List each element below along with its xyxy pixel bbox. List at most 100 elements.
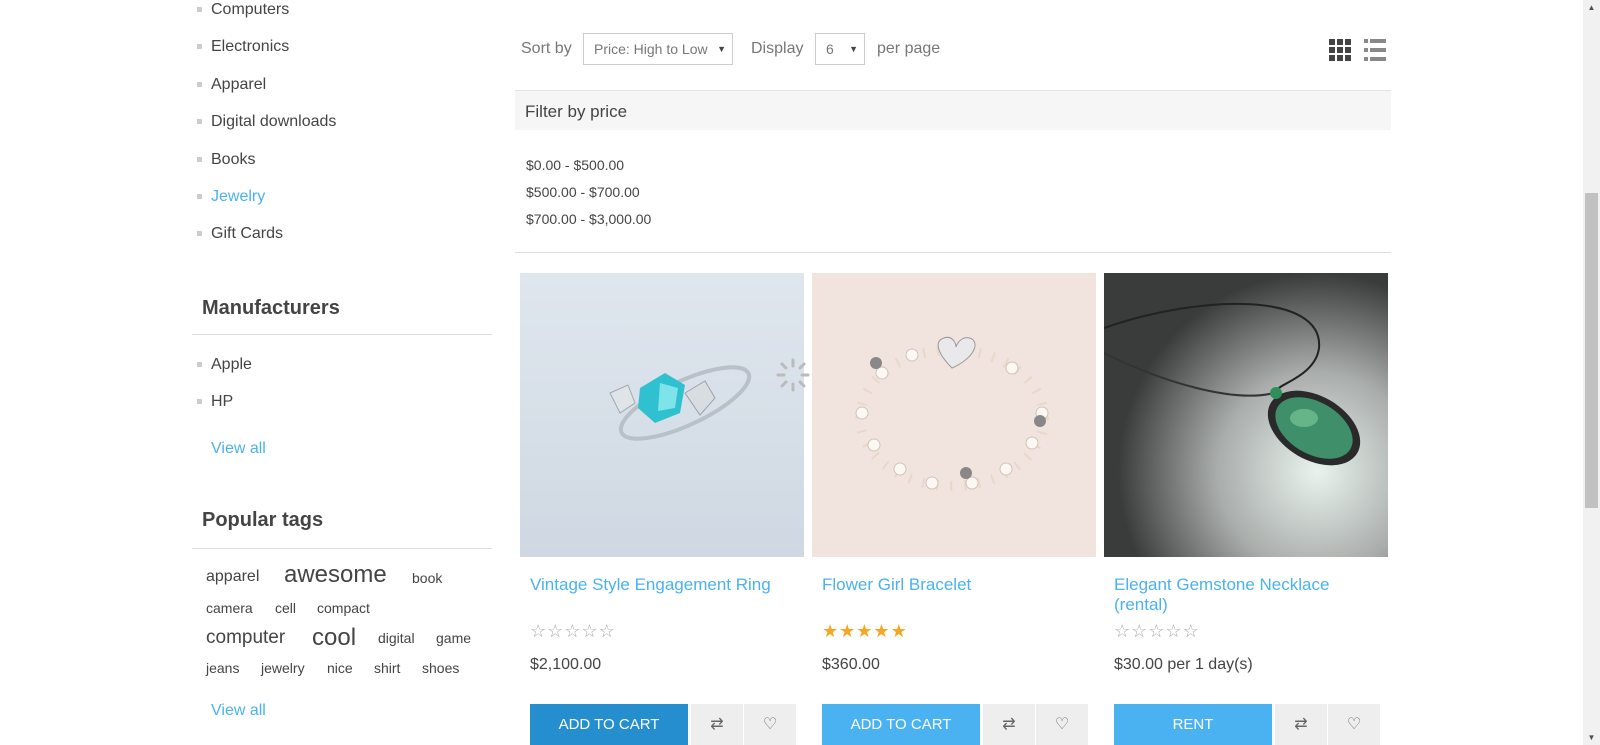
product-title-link[interactable]: Vintage Style Engagement Ring bbox=[530, 575, 790, 595]
product-title-link[interactable]: Flower Girl Bracelet bbox=[822, 575, 1082, 595]
product-price: $2,100.00 bbox=[530, 656, 602, 673]
star-icon: ☆ bbox=[564, 621, 582, 641]
star-icon: ☆ bbox=[547, 621, 565, 641]
tag-link[interactable]: apparel bbox=[206, 568, 259, 586]
bullet-icon bbox=[197, 7, 202, 12]
star-icon: ★ bbox=[839, 621, 857, 641]
add-to-cart-button[interactable]: ADD TO CART bbox=[530, 704, 688, 745]
price-range-link[interactable]: $500.00 - $700.00 bbox=[526, 184, 640, 200]
filter-title: Filter by price bbox=[525, 102, 628, 121]
compare-button[interactable]: ⇄ bbox=[691, 704, 743, 745]
manufacturer-list: Apple HP bbox=[197, 355, 252, 430]
manufacturer-item-apple[interactable]: Apple bbox=[197, 355, 252, 392]
sort-select[interactable]: Price: High to Low ▼ bbox=[583, 33, 733, 65]
sort-label: Sort by bbox=[521, 40, 572, 57]
page-scrollbar[interactable]: ▲ ▼ bbox=[1583, 0, 1600, 745]
price-range-link[interactable]: $0.00 - $500.00 bbox=[526, 157, 624, 173]
tag-link[interactable]: jeans bbox=[206, 660, 239, 676]
compare-button[interactable]: ⇄ bbox=[983, 704, 1035, 745]
star-icon: ★ bbox=[856, 621, 874, 641]
star-icon: ☆ bbox=[1182, 621, 1200, 641]
product-price: $30.00 per 1 day(s) bbox=[1114, 656, 1253, 673]
filter-by-price-header: Filter by price bbox=[515, 90, 1391, 130]
sort-select-value: Price: High to Low bbox=[594, 41, 708, 57]
scroll-down-icon[interactable]: ▼ bbox=[1587, 733, 1596, 742]
star-icon: ★ bbox=[890, 621, 908, 641]
category-item-electronics[interactable]: Electronics bbox=[197, 37, 336, 74]
star-icon: ★ bbox=[822, 621, 840, 641]
star-icon: ☆ bbox=[1148, 621, 1166, 641]
category-item-gift-cards[interactable]: Gift Cards bbox=[197, 224, 336, 261]
grid-view-icon[interactable] bbox=[1329, 39, 1351, 61]
compare-icon: ⇄ bbox=[710, 716, 724, 733]
product-price: $360.00 bbox=[822, 656, 880, 673]
list-view-icon[interactable] bbox=[1364, 39, 1386, 61]
product-image-bracelet[interactable] bbox=[812, 273, 1096, 557]
wishlist-button[interactable]: ♡ bbox=[1328, 704, 1380, 745]
tag-link[interactable]: compact bbox=[317, 600, 370, 616]
price-range-link[interactable]: $700.00 - $3,000.00 bbox=[526, 211, 651, 227]
compare-icon: ⇄ bbox=[1002, 716, 1016, 733]
bullet-icon bbox=[197, 399, 202, 405]
rating-stars: ★★★★★ bbox=[822, 621, 908, 642]
star-icon: ☆ bbox=[1131, 621, 1149, 641]
tag-link[interactable]: camera bbox=[206, 600, 253, 616]
bullet-icon bbox=[197, 119, 202, 125]
divider bbox=[515, 252, 1391, 253]
manufacturer-item-hp[interactable]: HP bbox=[197, 392, 252, 429]
tag-link[interactable]: shoes bbox=[422, 660, 459, 676]
manufacturers-view-all-link[interactable]: View all bbox=[211, 440, 266, 458]
page-size-select[interactable]: 6 ▼ bbox=[815, 33, 865, 65]
rating-stars: ☆☆☆☆☆ bbox=[530, 621, 616, 642]
tag-link[interactable]: awesome bbox=[284, 561, 387, 589]
bullet-icon bbox=[197, 81, 202, 87]
tags-view-all-link[interactable]: View all bbox=[211, 702, 266, 720]
dropdown-arrow-icon: ▼ bbox=[849, 44, 858, 54]
category-item-digital-downloads[interactable]: Digital downloads bbox=[197, 112, 336, 149]
star-icon: ☆ bbox=[530, 621, 548, 641]
rent-button[interactable]: RENT bbox=[1114, 704, 1272, 745]
tag-link[interactable]: digital bbox=[378, 630, 415, 646]
per-page-label: per page bbox=[877, 40, 941, 57]
add-to-cart-button[interactable]: ADD TO CART bbox=[822, 704, 980, 745]
tag-link[interactable]: cell bbox=[275, 600, 296, 616]
compare-button[interactable]: ⇄ bbox=[1275, 704, 1327, 745]
heart-icon: ♡ bbox=[762, 716, 778, 733]
bullet-icon bbox=[197, 362, 202, 367]
tag-link[interactable]: book bbox=[412, 570, 442, 586]
category-item-jewelry[interactable]: Jewelry bbox=[197, 187, 336, 224]
category-list: Computers Electronics Apparel Digital do… bbox=[197, 0, 336, 262]
tag-link[interactable]: jewelry bbox=[261, 660, 305, 676]
bullet-icon bbox=[197, 156, 202, 162]
category-item-computers[interactable]: Computers bbox=[197, 0, 336, 37]
heart-icon: ♡ bbox=[1346, 716, 1362, 733]
category-item-apparel[interactable]: Apparel bbox=[197, 75, 336, 112]
star-icon: ☆ bbox=[598, 621, 616, 641]
star-icon: ☆ bbox=[1114, 621, 1132, 641]
product-image-necklace[interactable] bbox=[1104, 273, 1388, 557]
tag-link[interactable]: game bbox=[436, 630, 471, 646]
display-label: Display bbox=[751, 40, 804, 57]
star-icon: ☆ bbox=[1165, 621, 1183, 641]
tag-link[interactable]: shirt bbox=[374, 660, 400, 676]
bullet-icon bbox=[197, 193, 202, 199]
loading-spinner-icon bbox=[776, 358, 810, 392]
scrollbar-thumb[interactable] bbox=[1585, 193, 1598, 508]
tag-link[interactable]: computer bbox=[206, 627, 285, 649]
star-icon: ★ bbox=[873, 621, 891, 641]
product-title-link[interactable]: Elegant Gemstone Necklace (rental) bbox=[1114, 575, 1374, 615]
manufacturers-title: Manufacturers bbox=[192, 297, 492, 335]
scroll-up-icon[interactable]: ▲ bbox=[1587, 3, 1596, 12]
bullet-icon bbox=[197, 44, 202, 50]
wishlist-button[interactable]: ♡ bbox=[744, 704, 796, 745]
popular-tags-title: Popular tags bbox=[192, 509, 492, 549]
category-item-books[interactable]: Books bbox=[197, 150, 336, 187]
heart-icon: ♡ bbox=[1054, 716, 1070, 733]
wishlist-button[interactable]: ♡ bbox=[1036, 704, 1088, 745]
star-icon: ☆ bbox=[581, 621, 599, 641]
bullet-icon bbox=[197, 231, 202, 237]
page-size-value: 6 bbox=[826, 41, 834, 57]
tag-link[interactable]: nice bbox=[327, 660, 353, 676]
product-image-ring[interactable] bbox=[520, 273, 804, 557]
tag-link[interactable]: cool bbox=[312, 624, 356, 652]
